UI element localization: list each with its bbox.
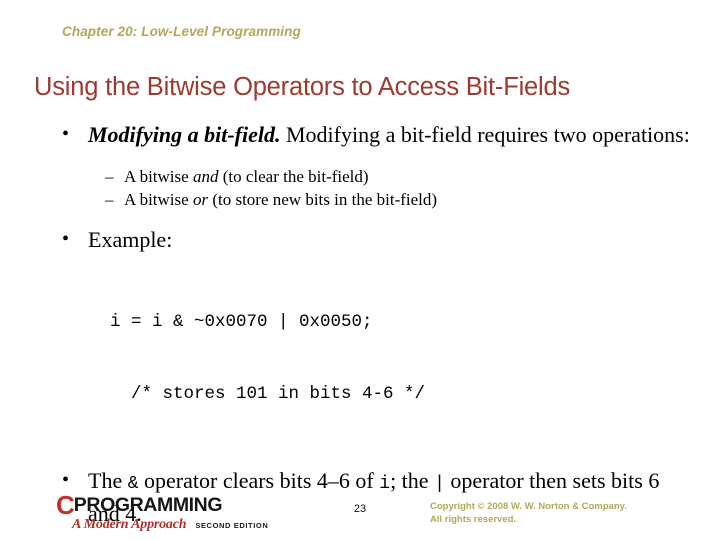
inline-code-variable-i: i <box>379 474 391 494</box>
explanation-segment-2: operator clears bits 4–6 of <box>138 468 380 493</box>
slide-footer: C PROGRAMMING A Modern Approach Second E… <box>0 492 720 540</box>
subbullet-text-before: A bitwise <box>124 190 193 209</box>
copyright-line-1: Copyright © 2008 W. W. Norton & Company. <box>430 501 627 512</box>
slide-body: • Modifying a bit-field. Modifying a bit… <box>0 120 720 528</box>
bullet-modifying-bit-field: • Modifying a bit-field. Modifying a bit… <box>0 120 720 149</box>
logo-programming-word: PROGRAMMING <box>73 494 223 516</box>
slide-canvas: Chapter 20: Low-Level Programming Using … <box>0 0 720 540</box>
book-logo: C PROGRAMMING A Modern Approach Second E… <box>56 490 286 538</box>
bullet-lead-term: Modifying a bit-field. <box>88 122 281 147</box>
dash-marker-icon: – <box>105 190 114 209</box>
bullet-example: • Example: <box>0 225 720 254</box>
subbullet-bitwise-or: – A bitwise or (to store new bits in the… <box>0 188 720 211</box>
bullet-marker-icon: • <box>62 123 70 145</box>
subbullet-operator-name: and <box>192 167 219 186</box>
code-block: i = i & ~0x0070 | 0x0050; /* stores 101 … <box>0 262 720 454</box>
logo-subtitle: A Modern Approach <box>72 517 187 532</box>
subbullet-text-before: A bitwise <box>124 167 193 186</box>
code-line-2: /* stores 101 in bits 4-6 */ <box>110 384 426 404</box>
page-number: 23 <box>353 503 367 515</box>
explanation-segment-1: The <box>88 468 128 493</box>
logo-subtitle-row: A Modern Approach Second Edition <box>72 517 268 533</box>
logo-title-row: C PROGRAMMING <box>56 490 223 520</box>
chapter-header: Chapter 20: Low-Level Programming <box>62 24 301 39</box>
inline-code-and-operator: & <box>127 474 139 494</box>
logo-edition: Second Edition <box>195 521 269 530</box>
subbullet-text-after: (to clear the bit-field) <box>218 167 369 186</box>
explanation-segment-3: ; the <box>390 468 435 493</box>
page-title: Using the Bitwise Operators to Access Bi… <box>34 73 571 101</box>
inline-code-or-operator: | <box>434 474 445 494</box>
subbullet-operator-name: or <box>192 190 209 209</box>
subbullet-bitwise-and: – A bitwise and (to clear the bit-field) <box>0 165 720 188</box>
logo-c-letter-icon: C <box>56 490 75 520</box>
copyright-notice: Copyright © 2008 W. W. Norton & Company.… <box>430 500 700 526</box>
bullet-body-text: Modifying a bit-field requires two opera… <box>280 122 690 147</box>
subbullet-text-after: (to store new bits in the bit-field) <box>208 190 438 209</box>
code-line-1: i = i & ~0x0070 | 0x0050; <box>110 312 373 332</box>
bullet-example-label: Example: <box>88 227 173 252</box>
bullet-marker-icon: • <box>62 228 70 250</box>
dash-marker-icon: – <box>105 167 114 186</box>
copyright-line-2: All rights reserved. <box>430 514 517 525</box>
